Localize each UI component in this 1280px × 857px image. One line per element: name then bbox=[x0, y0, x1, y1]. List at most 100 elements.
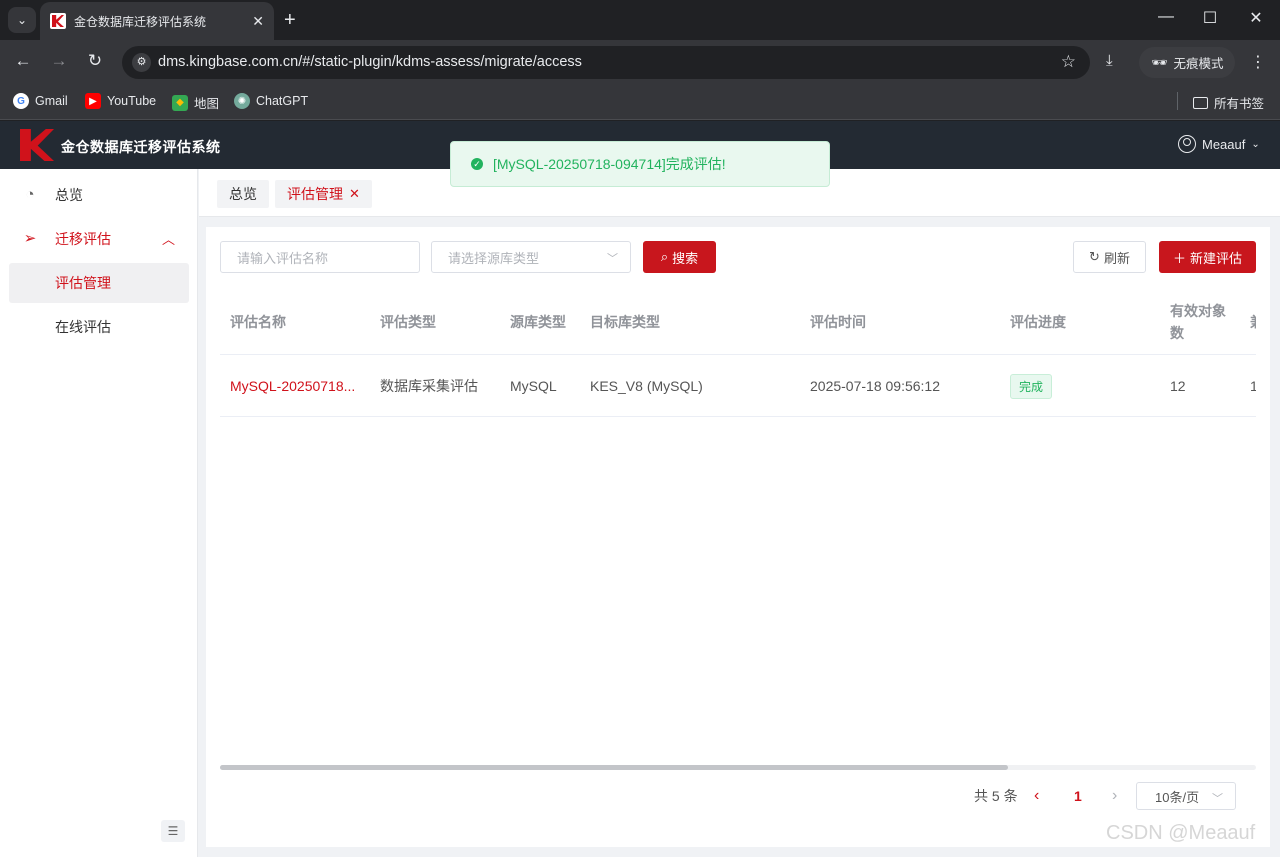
bookmark-gmail[interactable]: G Gmail bbox=[13, 93, 68, 109]
column-header[interactable]: 有效对象数 bbox=[1170, 289, 1230, 355]
table-row[interactable]: MySQL-20250718... 数据库采集评估 MySQL KES_V8 (… bbox=[220, 355, 1256, 417]
column-header[interactable]: 评估类型 bbox=[380, 289, 436, 355]
bookmark-label: YouTube bbox=[107, 94, 157, 108]
browser-toolbar: ← → ↻ ⚙ dms.kingbase.com.cn/#/static-plu… bbox=[0, 40, 1280, 84]
back-button[interactable]: ← bbox=[12, 51, 34, 71]
maximize-button[interactable]: ☐ bbox=[1198, 8, 1222, 28]
dashboard-icon: ◔ bbox=[25, 186, 35, 203]
send-icon: ➢ bbox=[23, 230, 37, 247]
tag-overview[interactable]: 总览 bbox=[217, 180, 269, 208]
new-assess-button-label: 新建评估 bbox=[1190, 250, 1243, 266]
sidebar-item-migrate-assess[interactable]: ➢ 迁移评估 ︿ bbox=[0, 217, 198, 261]
assess-type-cell: 数据库采集评估 bbox=[380, 378, 478, 394]
bookmarks-bar: G Gmail ▶ YouTube ◆ 地图 ✺ ChatGPT 所有书签 bbox=[0, 84, 1280, 120]
sidebar-item-overview[interactable]: ◔ 总览 bbox=[0, 173, 198, 217]
column-header[interactable]: 兼 bbox=[1250, 289, 1256, 355]
assess-name-link[interactable]: MySQL-20250718... bbox=[230, 355, 355, 417]
incognito-badge[interactable]: 🕶 无痕模式 bbox=[1139, 47, 1235, 78]
sidebar: ◔ 总览 ➢ 迁移评估 ︿ 评估管理 在线评估 ☰ bbox=[0, 169, 198, 857]
forward-button[interactable]: → bbox=[48, 51, 70, 71]
all-bookmarks-label: 所有书签 bbox=[1214, 97, 1265, 111]
refresh-button[interactable]: ↻ 刷新 bbox=[1073, 241, 1146, 273]
url-text[interactable]: dms.kingbase.com.cn/#/static-plugin/kdms… bbox=[158, 54, 582, 70]
success-toast: ✓ [MySQL-20250718-094714]完成评估! bbox=[450, 141, 830, 187]
progress-cell: 完成 bbox=[1010, 355, 1053, 417]
tab-title: 金仓数据库迁移评估系统 bbox=[74, 14, 207, 29]
next-page-icon[interactable]: › bbox=[1112, 783, 1117, 809]
browser-tabstrip: ⌄ 金仓数据库迁移评估系统 ✕ + — ☐ ✕ bbox=[0, 0, 1280, 40]
table-horizontal-scrollbar[interactable] bbox=[220, 765, 1256, 770]
assess-time-cell: 2025-07-18 09:56:12 bbox=[810, 378, 940, 394]
main-content: 请输入评估名称 请选择源库类型 ﹀ ⌕ 搜索 ↻ 刷新 ＋ 新建评估 评估名称 … bbox=[206, 227, 1270, 847]
bookmark-youtube[interactable]: ▶ YouTube bbox=[85, 93, 156, 109]
user-avatar-icon bbox=[1178, 135, 1196, 153]
extra-cell: 1 bbox=[1250, 378, 1256, 394]
youtube-icon: ▶ bbox=[85, 93, 101, 109]
column-header[interactable]: 评估名称 bbox=[230, 289, 286, 355]
table-header-row: 评估名称 评估类型 源库类型 目标库类型 评估时间 评估进度 有效对象数 兼 bbox=[220, 289, 1256, 355]
refresh-icon: ↻ bbox=[1089, 249, 1100, 264]
bookmark-chatgpt[interactable]: ✺ ChatGPT bbox=[234, 93, 308, 109]
chevron-down-icon: ⌄ bbox=[1251, 138, 1260, 150]
bookmark-label: ChatGPT bbox=[256, 94, 309, 108]
tag-assess-manage[interactable]: 评估管理 ✕ bbox=[275, 180, 372, 208]
chatgpt-icon: ✺ bbox=[234, 93, 250, 109]
search-button[interactable]: ⌕ 搜索 bbox=[643, 241, 716, 273]
new-assess-button[interactable]: ＋ 新建评估 bbox=[1159, 241, 1256, 273]
refresh-button-label: 刷新 bbox=[1103, 250, 1130, 266]
column-header[interactable]: 评估进度 bbox=[1010, 289, 1066, 355]
minimize-button[interactable]: — bbox=[1154, 8, 1178, 26]
source-type-select[interactable]: 请选择源库类型 ﹀ bbox=[431, 241, 631, 273]
assess-name-placeholder: 请输入评估名称 bbox=[237, 250, 329, 266]
all-bookmarks[interactable]: 所有书签 bbox=[1193, 93, 1264, 112]
valid-count-cell: 12 bbox=[1170, 378, 1186, 394]
bookmark-star-icon[interactable]: ☆ bbox=[1061, 52, 1076, 72]
assess-table: 评估名称 评估类型 源库类型 目标库类型 评估时间 评估进度 有效对象数 兼 M… bbox=[220, 289, 1256, 769]
user-menu[interactable]: Meaauf ⌄ bbox=[1178, 135, 1260, 153]
page-number-1[interactable]: 1 bbox=[1074, 783, 1082, 809]
tag-label: 总览 bbox=[229, 186, 257, 202]
download-icon[interactable]: ⤓ bbox=[1106, 52, 1113, 69]
sidebar-item-assess-manage[interactable]: 评估管理 bbox=[9, 263, 189, 303]
chevron-down-icon: ﹀ bbox=[1212, 793, 1223, 805]
watermark: CSDN @Meaauf bbox=[1106, 822, 1256, 844]
address-bar[interactable]: ⚙ dms.kingbase.com.cn/#/static-plugin/kd… bbox=[122, 46, 1090, 79]
pagination-total: 共 5 条 bbox=[974, 788, 1018, 804]
site-info-icon[interactable]: ⚙ bbox=[132, 53, 151, 72]
browser-tab[interactable]: 金仓数据库迁移评估系统 ✕ bbox=[40, 2, 274, 40]
reload-button[interactable]: ↻ bbox=[84, 51, 106, 71]
column-header[interactable]: 源库类型 bbox=[510, 289, 566, 355]
scrollbar-thumb[interactable] bbox=[220, 765, 1008, 770]
app-root: 金仓数据库迁移评估系统 Meaauf ⌄ ◔ 总览 ➢ 迁移评估 ︿ 评估管理 … bbox=[0, 121, 1280, 857]
sidebar-item-online-assess[interactable]: 在线评估 bbox=[9, 307, 189, 347]
tag-close-icon[interactable]: ✕ bbox=[349, 186, 360, 202]
search-icon: ⌕ bbox=[660, 249, 669, 264]
sidebar-item-label: 总览 bbox=[55, 187, 83, 203]
bookmarks-divider bbox=[1177, 92, 1178, 110]
bookmark-label: Gmail bbox=[35, 94, 68, 108]
folder-icon bbox=[1193, 96, 1208, 109]
chevron-up-icon: ︿ bbox=[162, 232, 176, 247]
assess-name-input[interactable]: 请输入评估名称 bbox=[220, 241, 420, 273]
chevron-down-icon: ﹀ bbox=[607, 253, 618, 265]
page-size-label: 10条/页 bbox=[1155, 789, 1200, 805]
window-close-button[interactable]: ✕ bbox=[1244, 8, 1268, 28]
prev-page-icon[interactable]: ‹ bbox=[1034, 783, 1039, 809]
browser-menu-icon[interactable]: ⋮ bbox=[1250, 52, 1266, 72]
sidebar-subitem-label: 在线评估 bbox=[55, 319, 111, 335]
site-favicon-icon bbox=[50, 13, 66, 29]
user-name: Meaauf bbox=[1202, 136, 1246, 152]
new-tab-button[interactable]: + bbox=[284, 8, 296, 32]
sidebar-item-label: 迁移评估 bbox=[55, 231, 111, 247]
column-header[interactable]: 目标库类型 bbox=[590, 289, 660, 355]
incognito-label: 无痕模式 bbox=[1173, 57, 1224, 71]
toast-message: [MySQL-20250718-094714]完成评估! bbox=[493, 156, 726, 172]
bookmark-maps[interactable]: ◆ 地图 bbox=[172, 93, 219, 112]
tab-search-button[interactable]: ⌄ bbox=[8, 7, 36, 33]
collapse-sidebar-icon[interactable]: ☰ bbox=[161, 820, 185, 842]
plus-icon: ＋ bbox=[1172, 250, 1186, 266]
tab-close-icon[interactable]: ✕ bbox=[252, 13, 264, 30]
page-size-select[interactable]: 10条/页 ﹀ bbox=[1136, 782, 1236, 810]
app-title: 金仓数据库迁移评估系统 bbox=[61, 139, 221, 155]
column-header[interactable]: 评估时间 bbox=[810, 289, 866, 355]
